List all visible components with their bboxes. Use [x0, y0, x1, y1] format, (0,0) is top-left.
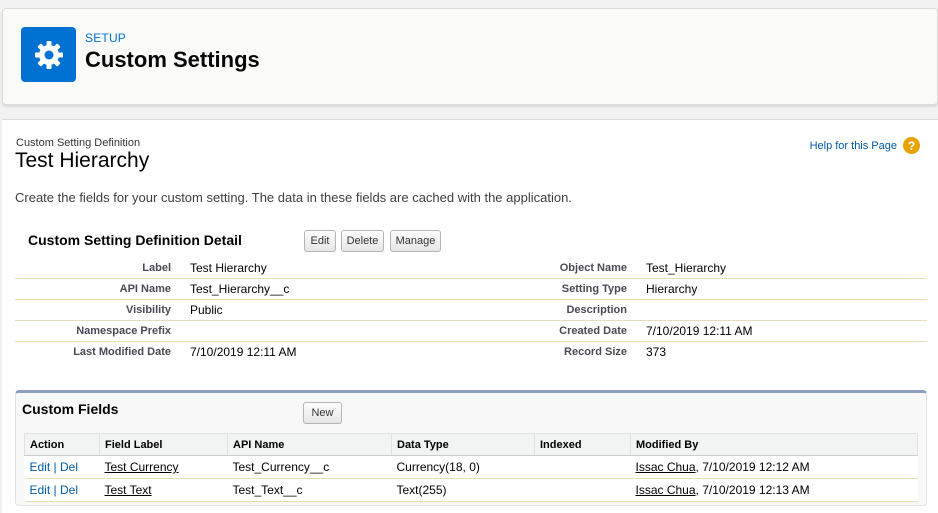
- new-field-button[interactable]: New: [303, 402, 342, 424]
- page-title: Test Hierarchy: [15, 149, 150, 172]
- action-separator: |: [53, 460, 57, 474]
- help-icon[interactable]: ?: [903, 137, 920, 154]
- delete-link[interactable]: Del: [60, 483, 78, 497]
- column-header-modified-by[interactable]: Modified By: [630, 433, 918, 456]
- custom-fields-table: Action Field Label API Name Data Type In…: [24, 433, 918, 502]
- field-value: Test Hierarchy: [190, 261, 267, 275]
- action-cell: Edit | Del: [24, 455, 100, 479]
- field-value: 7/10/2019 12:11 AM: [190, 345, 297, 359]
- field-label-link[interactable]: Test Text: [105, 483, 152, 497]
- table-header-row: Action Field Label API Name Data Type In…: [24, 433, 918, 456]
- header-kicker: SETUP: [85, 31, 127, 45]
- field-label: Visibility: [125, 304, 171, 316]
- detail-row: Last Modified Date 7/10/2019 12:11 AM Re…: [15, 342, 927, 363]
- gear-icon-graphic: [34, 40, 63, 69]
- api-name-cell: Test_Currency__c: [227, 455, 392, 479]
- page-description: Create the fields for your custom settin…: [15, 190, 572, 205]
- modified-date: , 7/10/2019 12:13 AM: [695, 483, 810, 497]
- modified-by-cell: Issac Chua, 7/10/2019 12:13 AM: [630, 478, 918, 502]
- custom-fields-title: Custom Fields: [22, 401, 119, 417]
- column-header-api-name[interactable]: API Name: [227, 433, 392, 456]
- delete-link[interactable]: Del: [60, 460, 78, 474]
- edit-link[interactable]: Edit: [30, 460, 51, 474]
- action-cell: Edit | Del: [24, 478, 100, 502]
- field-value: Test_Hierarchy__c: [190, 282, 290, 296]
- indexed-cell: [534, 478, 631, 502]
- action-separator: |: [53, 483, 57, 497]
- field-value: Public: [190, 303, 223, 317]
- user-link[interactable]: Issac Chua: [636, 483, 696, 497]
- field-label: Label: [142, 262, 171, 274]
- delete-button[interactable]: Delete: [341, 230, 384, 252]
- user-link[interactable]: Issac Chua: [636, 460, 696, 474]
- column-header-indexed[interactable]: Indexed: [534, 433, 631, 456]
- field-label: Created Date: [559, 325, 627, 337]
- detail-section-title: Custom Setting Definition Detail: [28, 232, 242, 248]
- table-row: Edit | Del Test Currency Test_Currency__…: [24, 455, 918, 479]
- field-value: Hierarchy: [646, 282, 698, 296]
- field-value: 7/10/2019 12:11 AM: [646, 324, 753, 338]
- field-label-link[interactable]: Test Currency: [105, 460, 179, 474]
- help-link-label[interactable]: Help for this Page: [810, 140, 897, 152]
- custom-fields-section: Custom Fields New Action Field Label API…: [15, 390, 927, 506]
- gear-icon: [21, 27, 76, 82]
- table-row: Edit | Del Test Text Test_Text__c Text(2…: [24, 478, 918, 502]
- header-title: Custom Settings: [85, 47, 260, 72]
- modified-date: , 7/10/2019 12:12 AM: [695, 460, 810, 474]
- help-link[interactable]: Help for this Page ?: [810, 137, 920, 154]
- column-header-field-label[interactable]: Field Label: [99, 433, 228, 456]
- edit-link[interactable]: Edit: [30, 483, 51, 497]
- field-label: Last Modified Date: [73, 346, 171, 358]
- field-label-cell: Test Text: [99, 478, 228, 502]
- column-header-action: Action: [24, 433, 100, 456]
- field-label: Object Name: [559, 262, 627, 274]
- field-label: Record Size: [564, 346, 627, 358]
- detail-row: Label Test Hierarchy Object Name Test_Hi…: [15, 258, 927, 279]
- field-label: Namespace Prefix: [76, 325, 171, 337]
- data-type-cell: Text(255): [391, 478, 535, 502]
- field-label: Description: [566, 304, 627, 316]
- page-header: SETUP Custom Settings: [2, 8, 938, 105]
- page: SETUP Custom Settings Custom Setting Def…: [0, 0, 938, 513]
- detail-row: API Name Test_Hierarchy__c Setting Type …: [15, 279, 927, 300]
- detail-row: Visibility Public Description: [15, 300, 927, 321]
- modified-by-cell: Issac Chua, 7/10/2019 12:12 AM: [630, 455, 918, 479]
- column-header-data-type[interactable]: Data Type: [391, 433, 535, 456]
- api-name-cell: Test_Text__c: [227, 478, 392, 502]
- detail-grid: Label Test Hierarchy Object Name Test_Hi…: [15, 258, 927, 363]
- field-label: API Name: [119, 283, 171, 295]
- data-type-cell: Currency(18, 0): [391, 455, 535, 479]
- field-label: Setting Type: [561, 283, 627, 295]
- main-panel: Custom Setting Definition Test Hierarchy…: [2, 119, 938, 513]
- detail-row: Namespace Prefix Created Date 7/10/2019 …: [15, 321, 927, 342]
- field-value: 373: [646, 345, 667, 359]
- edit-button[interactable]: Edit: [304, 230, 336, 252]
- page-subtitle: Custom Setting Definition: [16, 137, 141, 149]
- indexed-cell: [534, 455, 631, 479]
- field-value: Test_Hierarchy: [646, 261, 727, 275]
- field-label-cell: Test Currency: [99, 455, 228, 479]
- manage-button[interactable]: Manage: [390, 230, 441, 252]
